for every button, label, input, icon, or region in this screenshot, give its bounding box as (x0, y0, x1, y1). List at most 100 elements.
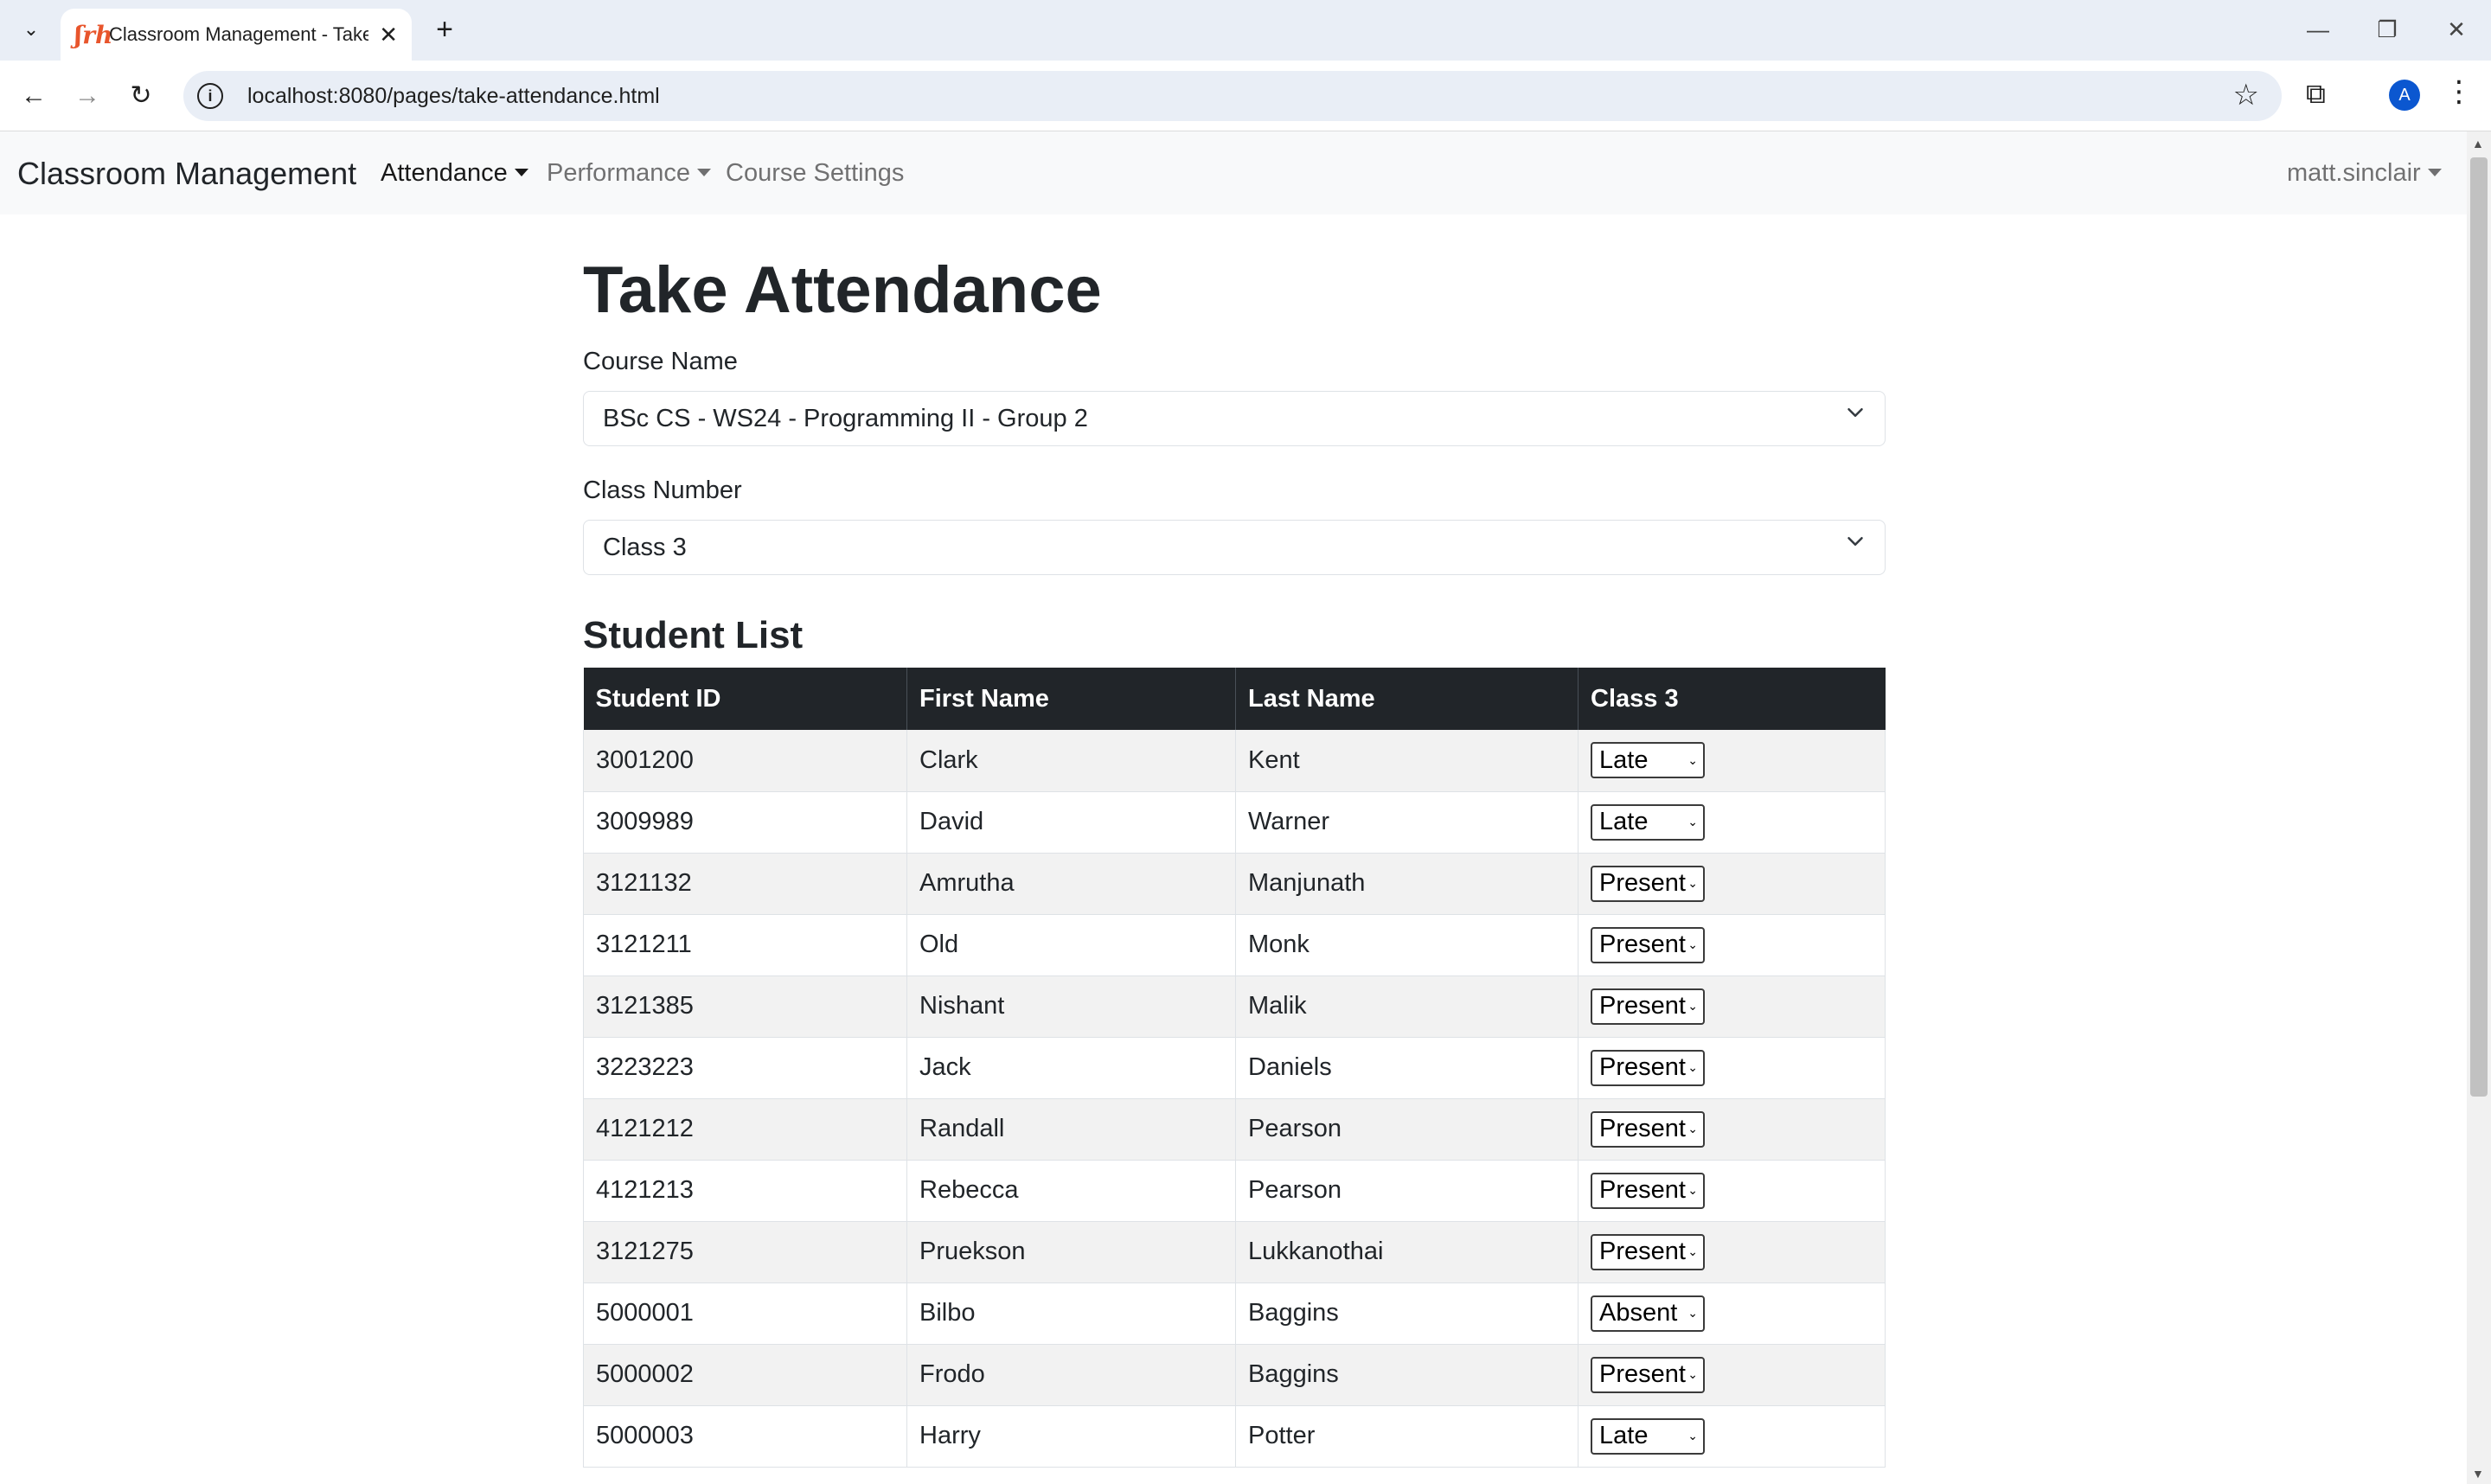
tab-close-icon[interactable]: ✕ (379, 22, 398, 48)
last-name: Monk (1235, 914, 1578, 976)
last-name: Potter (1235, 1405, 1578, 1468)
attendance-cell: Late ⌄ (1578, 791, 1886, 854)
attendance-status-select[interactable]: Present ⌄ (1591, 1233, 1705, 1270)
back-arrow-icon[interactable]: ← (14, 76, 54, 116)
new-tab-plus-icon[interactable]: + (427, 12, 462, 47)
attendance-status-value: Late (1599, 1422, 1649, 1449)
table-row: 4121212 Randall Pearson Present ⌄ (583, 1098, 1886, 1161)
first-name: Amrutha (906, 853, 1236, 915)
attendance-cell: Present ⌄ (1578, 1098, 1886, 1161)
first-name: Clark (906, 730, 1236, 792)
student-id: 3001200 (583, 730, 907, 792)
browser-toolbar: ← → ↻ i localhost:8080/pages/take-attend… (0, 61, 2491, 131)
attendance-status-select[interactable]: Late ⌄ (1591, 742, 1705, 779)
attendance-status-value: Present (1599, 1360, 1686, 1388)
attendance-status-select[interactable]: Late ⌄ (1591, 1417, 1705, 1455)
profile-avatar[interactable]: A (2389, 80, 2420, 111)
first-name: Frodo (906, 1344, 1236, 1406)
forward-arrow-icon[interactable]: → (67, 76, 107, 116)
window-close-icon[interactable]: ✕ (2430, 12, 2482, 47)
course-name-select[interactable]: BSc CS - WS24 - Programming II - Group 2 (583, 391, 1886, 446)
window-minimize-icon[interactable]: — (2292, 12, 2344, 47)
table-row: 3121385 Nishant Malik Present ⌄ (583, 975, 1886, 1038)
address-url[interactable]: localhost:8080/pages/take-attendance.htm… (247, 84, 660, 109)
chevron-down-icon: ⌄ (1687, 815, 1698, 828)
attendance-cell: Late ⌄ (1578, 730, 1886, 792)
attendance-cell: Present ⌄ (1578, 1160, 1886, 1222)
reload-icon[interactable]: ↻ (121, 76, 161, 116)
browser-tab[interactable]: ʃrh Classroom Management - Take Attendan… (61, 9, 412, 61)
student-id: 4121212 (583, 1098, 907, 1161)
attendance-status-value: Present (1599, 1115, 1686, 1142)
nav-course-settings[interactable]: Course Settings (726, 159, 904, 188)
attendance-status-select[interactable]: Present ⌄ (1591, 988, 1705, 1025)
first-name: Harry (906, 1405, 1236, 1468)
extensions-puzzle-icon[interactable]: ⧉ (2306, 78, 2326, 111)
attendance-cell: Present ⌄ (1578, 914, 1886, 976)
page-title: Take Attendance (583, 253, 1102, 327)
attendance-status-select[interactable]: Late ⌄ (1591, 803, 1705, 841)
nav-attendance-dropdown[interactable]: Attendance (381, 159, 528, 188)
last-name: Pearson (1235, 1098, 1578, 1161)
table-row: 5000001 Bilbo Baggins Absent ⌄ (583, 1283, 1886, 1345)
table-row: 3121132 Amrutha Manjunath Present ⌄ (583, 853, 1886, 915)
table-header-row: Student ID First Name Last Name Class 3 (583, 668, 1886, 730)
first-name: Pruekson (906, 1221, 1236, 1283)
table-row: 3121211 Old Monk Present ⌄ (583, 914, 1886, 976)
student-id: 5000003 (583, 1405, 907, 1468)
chevron-down-icon: ⌄ (1687, 1060, 1698, 1074)
attendance-status-select[interactable]: Present ⌄ (1591, 1356, 1705, 1393)
tab-search-chevron-icon[interactable]: ⌄ (12, 10, 50, 48)
scroll-up-arrow-icon[interactable]: ▲ (2472, 137, 2484, 150)
last-name: Lukkanothai (1235, 1221, 1578, 1283)
class-number-select[interactable]: Class 3 (583, 520, 1886, 575)
browser-menu-icon[interactable]: ⋮ (2444, 74, 2474, 109)
attendance-cell: Present ⌄ (1578, 853, 1886, 915)
student-id: 5000002 (583, 1344, 907, 1406)
student-table: Student ID First Name Last Name Class 3 … (583, 668, 1886, 1468)
bookmark-star-icon[interactable]: ☆ (2233, 78, 2259, 112)
attendance-status-select[interactable]: Absent ⌄ (1591, 1295, 1705, 1332)
last-name: Baggins (1235, 1283, 1578, 1345)
attendance-status-select[interactable]: Present ⌄ (1591, 865, 1705, 902)
app-navbar: Classroom Management Attendance Performa… (0, 131, 2467, 214)
scroll-down-arrow-icon[interactable]: ▼ (2472, 1467, 2484, 1481)
attendance-status-value: Present (1599, 931, 1686, 958)
attendance-status-value: Absent (1599, 1299, 1678, 1327)
last-name: Kent (1235, 730, 1578, 792)
navbar-brand[interactable]: Classroom Management (17, 156, 356, 192)
scroll-thumb[interactable] (2470, 157, 2488, 1097)
header-student-id: Student ID (583, 668, 907, 730)
attendance-cell: Absent ⌄ (1578, 1283, 1886, 1345)
attendance-status-select[interactable]: Present ⌄ (1591, 1110, 1705, 1148)
chevron-down-icon: ⌄ (1687, 1306, 1698, 1320)
header-class: Class 3 (1578, 668, 1886, 730)
user-menu-dropdown[interactable]: matt.sinclair (2287, 159, 2442, 188)
attendance-status-value: Present (1599, 869, 1686, 897)
table-row: 4121213 Rebecca Pearson Present ⌄ (583, 1160, 1886, 1222)
attendance-cell: Present ⌄ (1578, 975, 1886, 1038)
chevron-down-icon (1847, 537, 1863, 546)
header-first-name: First Name (906, 668, 1236, 730)
header-last-name: Last Name (1235, 668, 1578, 730)
page-scrollbar[interactable]: ▲ ▼ (2467, 131, 2491, 1484)
chevron-down-icon: ⌄ (1687, 1183, 1698, 1197)
last-name: Daniels (1235, 1037, 1578, 1099)
nav-performance-dropdown[interactable]: Performance (547, 159, 711, 188)
class-number-label: Class Number (583, 477, 742, 504)
student-rows: 3001200 Clark Kent Late ⌄ 3009989 David Warner L… (583, 730, 1886, 1468)
last-name: Manjunath (1235, 853, 1578, 915)
attendance-status-select[interactable]: Present ⌄ (1591, 926, 1705, 963)
site-info-icon[interactable]: i (197, 83, 223, 109)
attendance-status-value: Late (1599, 808, 1649, 835)
site-favicon-icon: ʃrh (74, 20, 113, 49)
window-restore-icon[interactable]: ❐ (2361, 12, 2413, 47)
chevron-down-icon: ⌄ (1687, 1122, 1698, 1135)
attendance-status-select[interactable]: Present ⌄ (1591, 1172, 1705, 1209)
chevron-down-icon: ⌄ (1687, 1429, 1698, 1442)
address-bar[interactable]: i localhost:8080/pages/take-attendance.h… (183, 71, 2282, 121)
attendance-status-select[interactable]: Present ⌄ (1591, 1049, 1705, 1086)
student-id: 3121275 (583, 1221, 907, 1283)
student-id: 3223223 (583, 1037, 907, 1099)
student-id: 5000001 (583, 1283, 907, 1345)
